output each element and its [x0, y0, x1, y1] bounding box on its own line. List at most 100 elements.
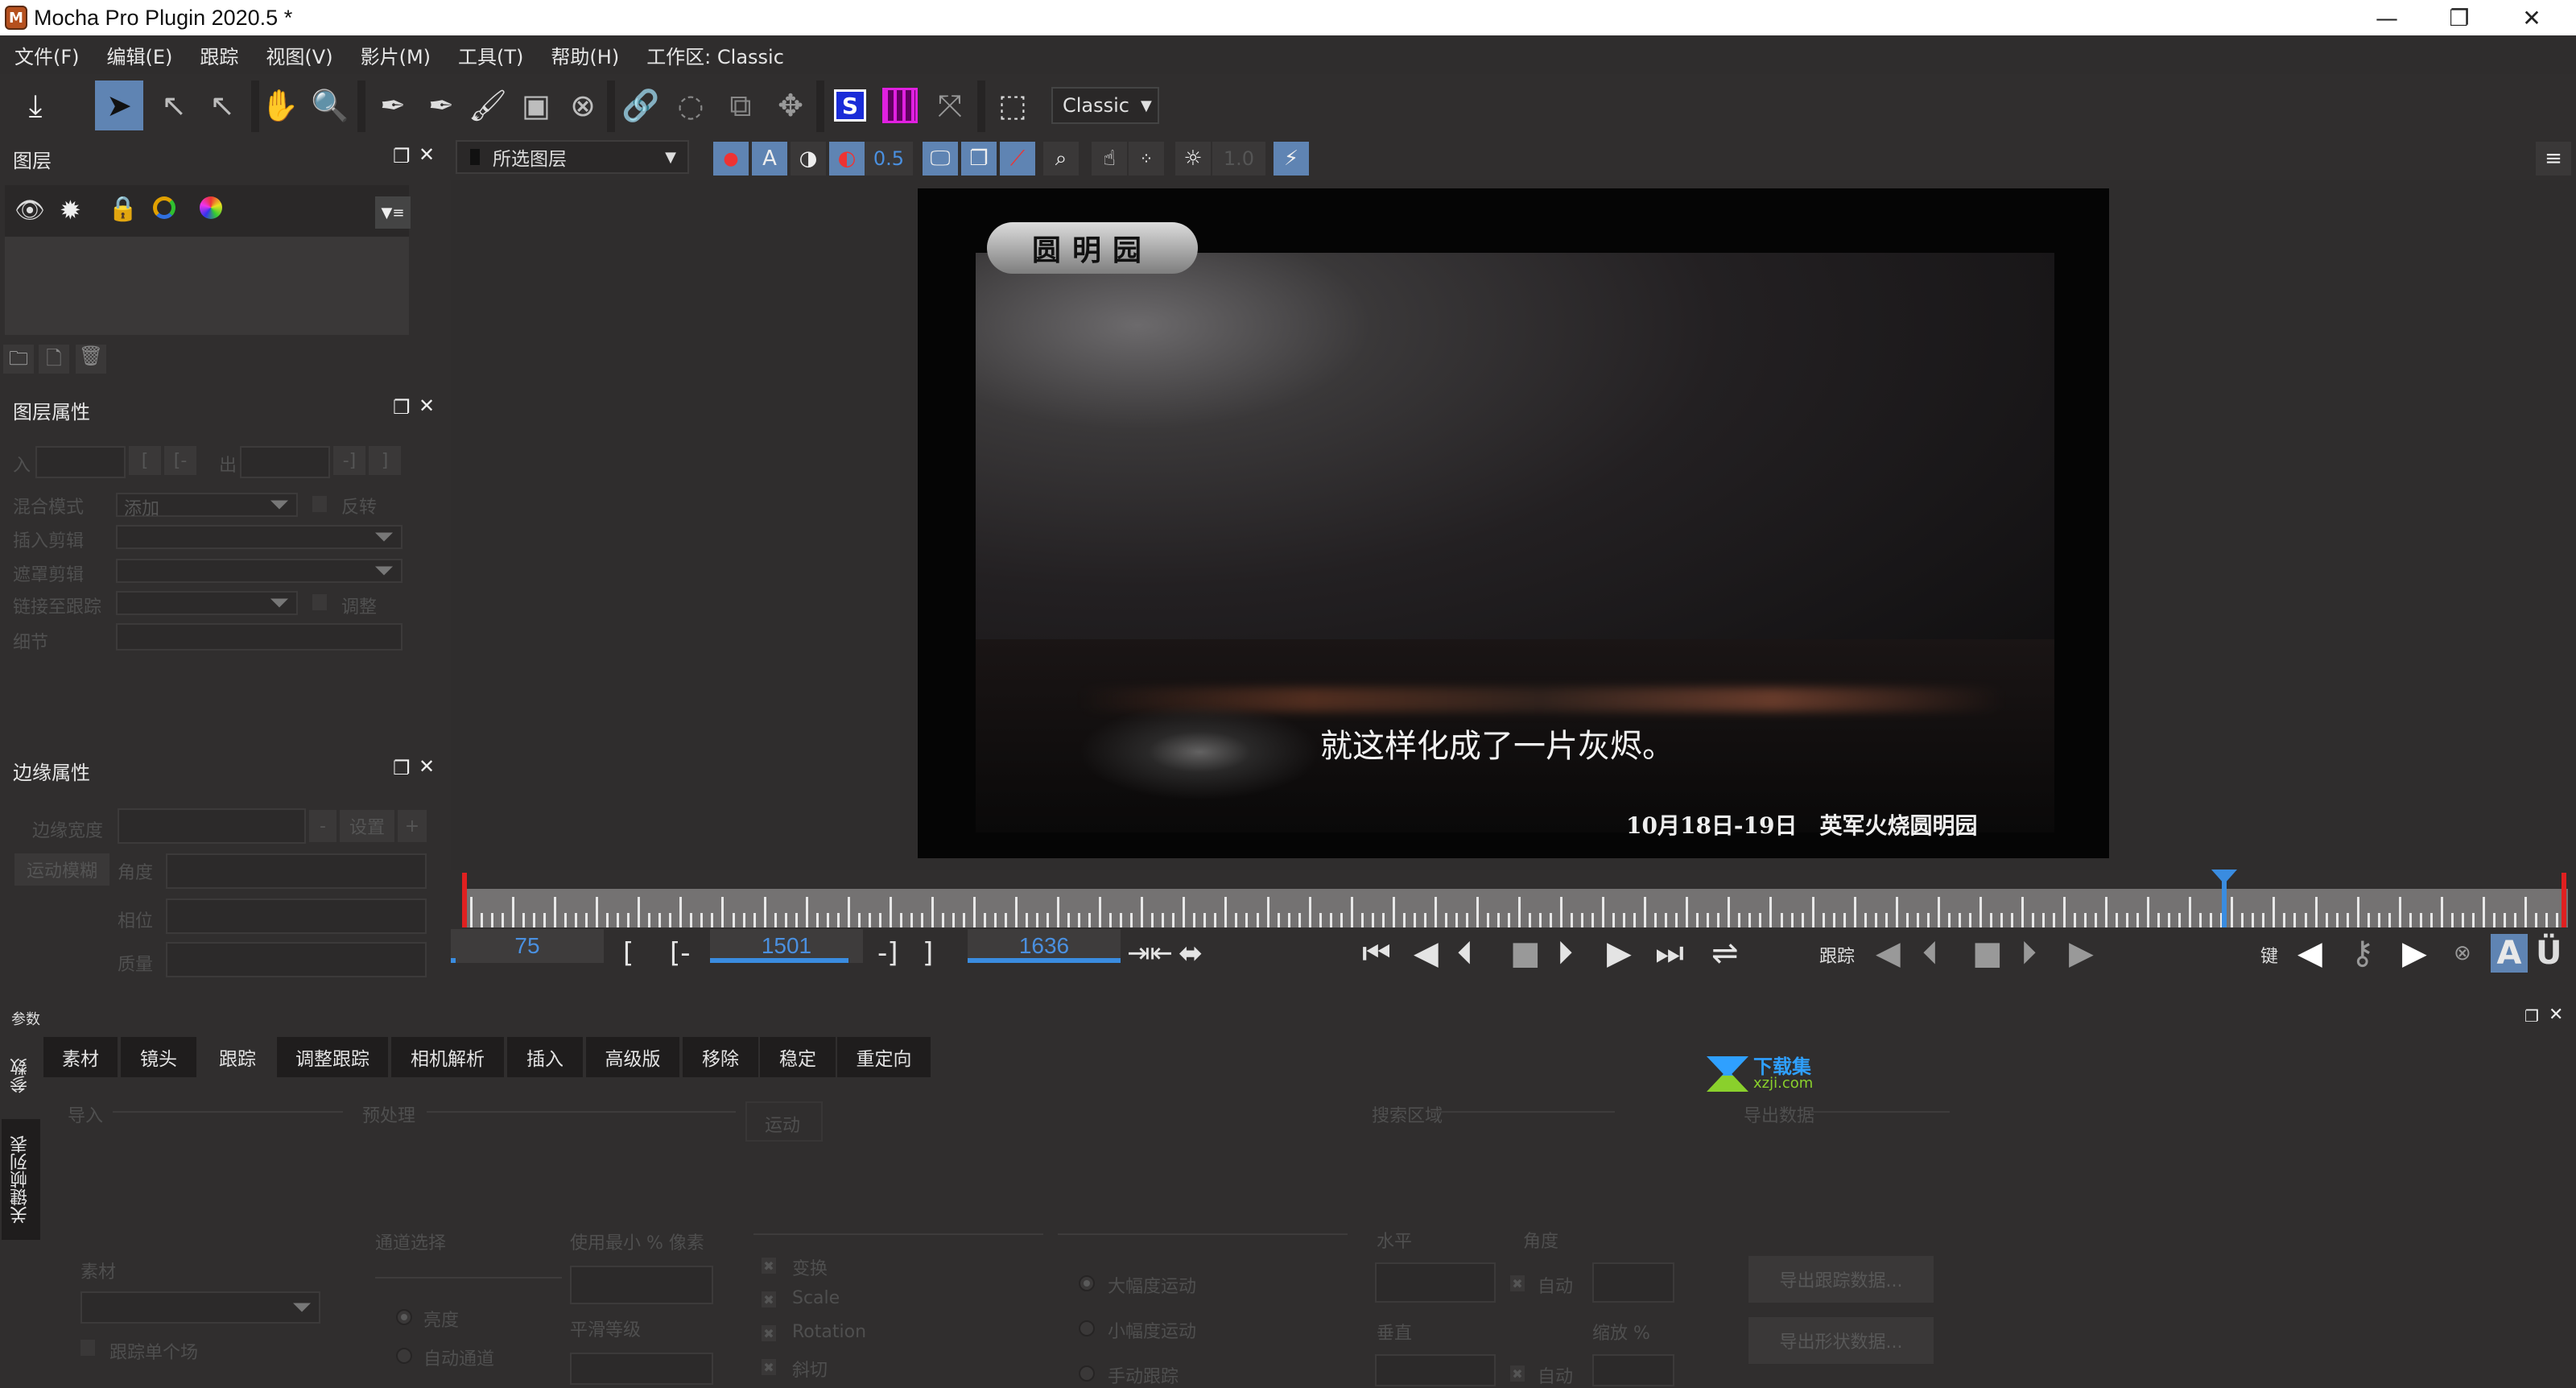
in-point-field[interactable]: 1501 [710, 929, 863, 963]
scale-icon[interactable]: ⧉ [716, 81, 765, 130]
select-region-icon[interactable]: ⬚ [989, 81, 1037, 130]
small-motion-radio[interactable] [1079, 1320, 1095, 1336]
loop-mode-icon[interactable]: ⇌ [1711, 934, 1739, 973]
select-pointer-icon[interactable]: ➤ [95, 81, 143, 130]
new-group-icon[interactable]: 🗀 [3, 345, 34, 374]
close-panel-icon[interactable]: ✕ [2549, 1005, 2563, 1025]
menu-file[interactable]: 文件(F) [14, 41, 80, 69]
menu-track[interactable]: 跟踪 [200, 41, 238, 69]
close-panel-icon[interactable]: ✕ [419, 395, 435, 417]
out-point-field[interactable]: 1636 [968, 929, 1121, 963]
lock-icon[interactable]: 🔒 [108, 195, 138, 223]
out-point-marker[interactable] [2562, 873, 2566, 927]
transform-checkbox[interactable]: ✖ [762, 1258, 776, 1274]
expand-timeline-icon[interactable]: ⬌ [1179, 934, 1203, 973]
edge-minus-button[interactable]: - [309, 810, 336, 842]
select-bezier-icon[interactable]: ↖ [150, 81, 198, 130]
tab-stabilize[interactable]: 稳定 [760, 1037, 836, 1077]
lightning-icon[interactable]: ⚡ [1274, 142, 1309, 176]
track-forward-icon[interactable]: ▶ [2069, 934, 2094, 973]
magnet-icon[interactable]: Ü [2536, 934, 2562, 973]
link-icon[interactable]: 🔗 [617, 81, 665, 130]
auto-key-icon[interactable]: A [2491, 934, 2528, 973]
manual-track-radio[interactable] [1079, 1365, 1095, 1382]
pen-xspline-icon[interactable]: ✒ [369, 81, 417, 130]
move-icon[interactable]: ✥ [766, 81, 815, 130]
menu-tools[interactable]: 工具(T) [458, 41, 523, 69]
invert-checkbox[interactable] [312, 496, 327, 512]
edge-plus-button[interactable]: + [398, 810, 427, 842]
angle-field[interactable] [166, 853, 427, 889]
blend-mode-dropdown[interactable]: 添加 [116, 493, 298, 519]
stop-icon[interactable]: ■ [1510, 934, 1541, 973]
step-backward-icon[interactable]: ⏴ [1457, 934, 1473, 973]
channel-auto-radio[interactable] [396, 1348, 412, 1364]
matte-overlay-icon[interactable]: ◐ [829, 142, 865, 176]
rgb-channels-icon[interactable]: ● [713, 142, 749, 176]
set-in-point-button[interactable]: [ [623, 934, 634, 973]
zoom-timeline-to-range-icon[interactable]: ⇥⇤ [1127, 934, 1173, 973]
play-backward-icon[interactable]: ◀ [1414, 934, 1439, 973]
monitor-icon[interactable]: 🖵 [923, 142, 958, 176]
playhead[interactable] [2211, 870, 2238, 927]
ellipse-xspline-icon[interactable]: ⊗ [559, 81, 607, 130]
color-wheel-icon[interactable] [200, 196, 222, 219]
brightness-field[interactable]: 1.0 [1212, 142, 1265, 176]
layers-list[interactable]: 👁 ✹ 🔒 ▼≡ [5, 185, 411, 335]
trash-icon[interactable]: 🗑 [76, 345, 106, 374]
set-in-button[interactable]: [ [129, 446, 161, 475]
track-step-forward-icon[interactable]: ⏵ [2021, 934, 2037, 973]
visibility-eye-icon[interactable]: 👁 [14, 196, 45, 225]
vertical-field[interactable] [1375, 1354, 1496, 1386]
zoom-icon[interactable]: 🔍 [306, 81, 354, 130]
menu-movie[interactable]: 影片(M) [361, 41, 431, 69]
surface-icon[interactable]: S [826, 81, 874, 130]
horizontal-field[interactable] [1375, 1262, 1496, 1303]
min-pixels-field[interactable] [570, 1266, 713, 1304]
tab-insert[interactable]: 插入 [507, 1037, 583, 1077]
menu-view[interactable]: 视图(V) [266, 41, 332, 69]
link-track-dropdown[interactable] [116, 591, 298, 615]
restore-button[interactable]: ❐ [2423, 0, 2496, 35]
edge-width-field[interactable] [118, 808, 306, 844]
go-out-button[interactable]: -] [333, 446, 365, 475]
rotate-icon[interactable]: ◌ [667, 81, 715, 130]
gear-icon[interactable]: ✹ [60, 195, 81, 225]
add-keyframe-icon[interactable]: ⚷ [2351, 934, 2374, 973]
color-ring-icon[interactable] [153, 196, 175, 219]
timeline-ruler[interactable] [465, 889, 2568, 927]
close-panel-icon[interactable]: ✕ [419, 143, 435, 166]
channel-luminance-radio[interactable] [396, 1309, 412, 1325]
go-to-in-point-button[interactable]: [- [670, 934, 691, 973]
set-out-button[interactable]: ] [369, 446, 401, 475]
hand-cursor-icon[interactable]: ☝ [1092, 142, 1127, 176]
import-icon[interactable]: ⤓ [11, 81, 60, 130]
in-point-marker[interactable] [462, 873, 467, 927]
float-panel-icon[interactable]: ❐ [393, 757, 411, 779]
side-tab-keyframes[interactable]: 关键帧列表 [2, 1119, 40, 1240]
tab-camera-solve[interactable]: 相机解析 [391, 1037, 504, 1077]
new-layer-icon[interactable]: 🗋 [39, 345, 69, 374]
video-frame[interactable]: 圆明园 就这样化成了一片灰烬。 10月18日-19日 英军火烧圆明园 [918, 188, 2109, 858]
pen-magnetic-icon[interactable]: ✒ [417, 81, 465, 130]
track-backward-icon[interactable]: ◀ [1876, 934, 1901, 973]
zoom-percent-field[interactable] [1592, 1354, 1674, 1386]
current-frame-field[interactable]: 75 [451, 929, 604, 963]
align-surface-icon[interactable]: ⤧ [926, 81, 974, 130]
go-to-out-point-button[interactable]: -] [877, 934, 898, 973]
float-panel-icon[interactable]: ❐ [393, 145, 411, 167]
track-single-field-checkbox[interactable] [80, 1340, 95, 1356]
brightness-icon[interactable]: ☼ [1175, 142, 1211, 176]
out-point-field[interactable] [240, 446, 330, 478]
tab-clip[interactable]: 素材 [43, 1037, 118, 1077]
next-keyframe-icon[interactable]: ▶ [2402, 934, 2427, 973]
in-point-field[interactable] [35, 446, 126, 478]
close-panel-icon[interactable]: ✕ [419, 755, 435, 778]
play-forward-icon[interactable]: ▶ [1607, 934, 1632, 973]
clip-dropdown[interactable] [80, 1291, 320, 1324]
viewer-menu-icon[interactable]: ≡ [2536, 142, 2571, 176]
close-window-button[interactable]: ✕ [2496, 0, 2568, 35]
horizontal-auto-checkbox[interactable]: ✖ [1510, 1275, 1525, 1291]
quality-field[interactable] [166, 942, 427, 977]
menu-edit[interactable]: 编辑(E) [107, 41, 173, 69]
